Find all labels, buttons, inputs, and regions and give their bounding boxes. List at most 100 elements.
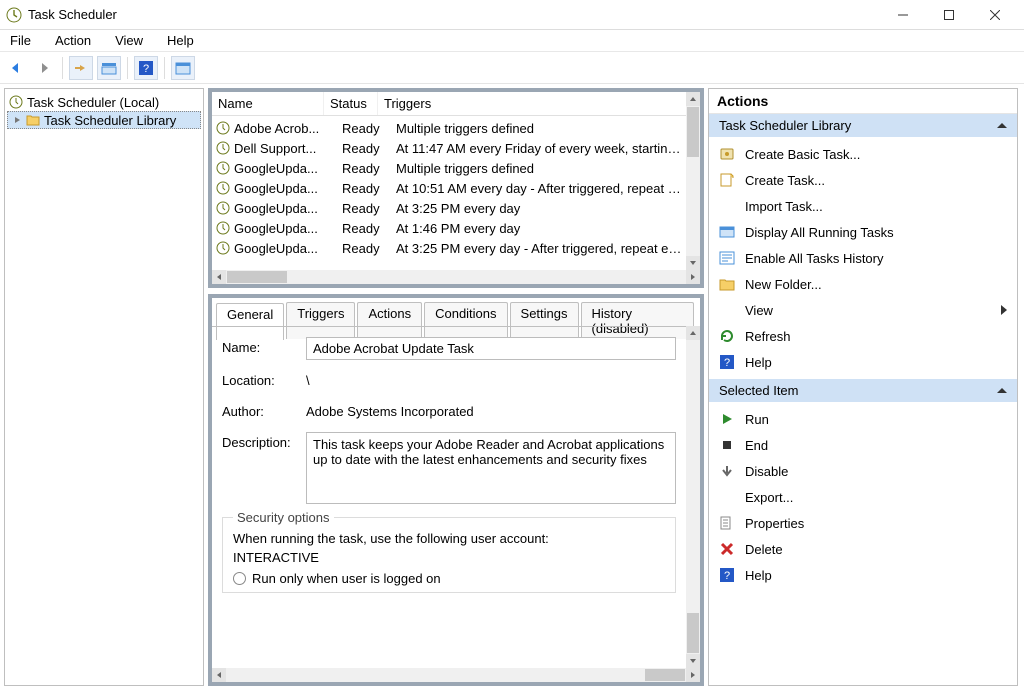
tree-library[interactable]: Task Scheduler Library — [7, 111, 201, 129]
task-row[interactable]: GoogleUpda...ReadyAt 3:25 PM every day — [212, 198, 686, 218]
menubar: File Action View Help — [0, 30, 1024, 52]
task-triggers: Multiple triggers defined — [396, 121, 682, 136]
scroll-up-icon[interactable] — [686, 326, 700, 340]
scroll-down-icon[interactable] — [686, 256, 700, 270]
maximize-button[interactable] — [926, 0, 972, 30]
clock-icon — [216, 121, 230, 135]
scroll-track[interactable] — [226, 668, 644, 682]
scroll-thumb[interactable] — [687, 613, 699, 653]
name-field[interactable] — [306, 337, 676, 360]
collapse-icon[interactable] — [997, 123, 1007, 129]
svg-text:?: ? — [143, 63, 149, 75]
detail-vscroll[interactable] — [686, 326, 700, 668]
action-help-2[interactable]: ? Help — [709, 562, 1017, 588]
task-triggers: At 11:47 AM every Friday of every week, … — [396, 141, 682, 156]
action-create-task[interactable]: Create Task... — [709, 167, 1017, 193]
menu-view[interactable]: View — [111, 33, 147, 48]
run-logged-on-radio[interactable]: Run only when user is logged on — [233, 571, 665, 586]
scroll-up-icon[interactable] — [686, 92, 700, 106]
task-status: Ready — [342, 161, 396, 176]
window-title: Task Scheduler — [28, 7, 880, 22]
scroll-track[interactable] — [288, 270, 686, 284]
action-display-running[interactable]: Display All Running Tasks — [709, 219, 1017, 245]
action-refresh[interactable]: Refresh — [709, 323, 1017, 349]
folder-icon — [719, 276, 735, 292]
scroll-right-icon[interactable] — [686, 668, 700, 682]
task-list-hscroll[interactable] — [212, 270, 700, 284]
col-status[interactable]: Status — [324, 92, 378, 115]
task-triggers: Multiple triggers defined — [396, 161, 682, 176]
action-export[interactable]: Export... — [709, 484, 1017, 510]
task-name: GoogleUpda... — [234, 181, 342, 196]
task-name: GoogleUpda... — [234, 221, 342, 236]
task-status: Ready — [342, 201, 396, 216]
task-list-body[interactable]: Adobe Acrob...ReadyMultiple triggers def… — [212, 118, 686, 270]
console-tree[interactable]: Task Scheduler (Local) Task Scheduler Li… — [4, 88, 204, 686]
refresh-icon — [719, 328, 735, 344]
scroll-thumb[interactable] — [687, 107, 699, 157]
security-legend: Security options — [233, 510, 334, 525]
scroll-track[interactable] — [686, 158, 700, 256]
scroll-down-icon[interactable] — [686, 654, 700, 668]
scroll-thumb[interactable] — [227, 271, 287, 283]
scroll-left-icon[interactable] — [212, 270, 226, 284]
action-delete[interactable]: Delete — [709, 536, 1017, 562]
action-run[interactable]: Run — [709, 406, 1017, 432]
task-list-header: Name Status Triggers — [212, 92, 700, 116]
label: Display All Running Tasks — [745, 225, 894, 240]
description-field[interactable] — [306, 432, 676, 504]
show-hide-actions-button[interactable] — [97, 56, 121, 80]
center-pane: Name Status Triggers Adobe Acrob...Ready… — [208, 88, 704, 686]
scroll-track[interactable] — [686, 340, 700, 612]
label: Enable All Tasks History — [745, 251, 884, 266]
action-enable-history[interactable]: Enable All Tasks History — [709, 245, 1017, 271]
task-triggers: At 3:25 PM every day — [396, 201, 682, 216]
nav-back-button[interactable] — [4, 56, 28, 80]
action-view[interactable]: View — [709, 297, 1017, 323]
action-disable[interactable]: Disable — [709, 458, 1017, 484]
tree-root[interactable]: Task Scheduler (Local) — [7, 93, 201, 111]
actions-group-library[interactable]: Task Scheduler Library — [709, 114, 1017, 137]
scroll-thumb[interactable] — [645, 669, 685, 681]
scheduler-icon — [9, 95, 23, 109]
task-row[interactable]: GoogleUpda...ReadyAt 1:46 PM every day — [212, 218, 686, 238]
label: End — [745, 438, 768, 453]
col-triggers[interactable]: Triggers — [378, 92, 700, 115]
nav-forward-button[interactable] — [32, 56, 56, 80]
action-help[interactable]: ? Help — [709, 349, 1017, 375]
help-button[interactable]: ? — [134, 56, 158, 80]
help-icon: ? — [719, 567, 735, 583]
task-row[interactable]: GoogleUpda...ReadyAt 10:51 AM every day … — [212, 178, 686, 198]
titlebar: Task Scheduler — [0, 0, 1024, 30]
clock-icon — [216, 141, 230, 155]
task-status: Ready — [342, 221, 396, 236]
minimize-button[interactable] — [880, 0, 926, 30]
actions-group-selected[interactable]: Selected Item — [709, 379, 1017, 402]
menu-help[interactable]: Help — [163, 33, 198, 48]
col-name[interactable]: Name — [212, 92, 324, 115]
svg-text:?: ? — [724, 357, 730, 369]
task-row[interactable]: GoogleUpda...ReadyMultiple triggers defi… — [212, 158, 686, 178]
menu-action[interactable]: Action — [51, 33, 95, 48]
task-row[interactable]: Adobe Acrob...ReadyMultiple triggers def… — [212, 118, 686, 138]
collapse-icon[interactable] — [997, 388, 1007, 394]
label: Import Task... — [745, 199, 823, 214]
action-import-task[interactable]: Import Task... — [709, 193, 1017, 219]
scroll-left-icon[interactable] — [212, 668, 226, 682]
action-end[interactable]: End — [709, 432, 1017, 458]
label: View — [745, 303, 773, 318]
task-row[interactable]: GoogleUpda...ReadyAt 3:25 PM every day -… — [212, 238, 686, 258]
action-properties[interactable]: Properties — [709, 510, 1017, 536]
task-row[interactable]: Dell Support...ReadyAt 11:47 AM every Fr… — [212, 138, 686, 158]
menu-file[interactable]: File — [6, 33, 35, 48]
properties-button[interactable] — [171, 56, 195, 80]
up-level-button[interactable] — [69, 56, 93, 80]
action-create-basic-task[interactable]: Create Basic Task... — [709, 141, 1017, 167]
close-button[interactable] — [972, 0, 1018, 30]
tab-general-body: Name: Location: \ Author: Adobe Systems … — [212, 326, 686, 668]
task-list-vscroll[interactable] — [686, 92, 700, 270]
scroll-right-icon[interactable] — [686, 270, 700, 284]
action-new-folder[interactable]: New Folder... — [709, 271, 1017, 297]
detail-hscroll[interactable] — [212, 668, 700, 682]
blank-icon — [719, 489, 735, 505]
